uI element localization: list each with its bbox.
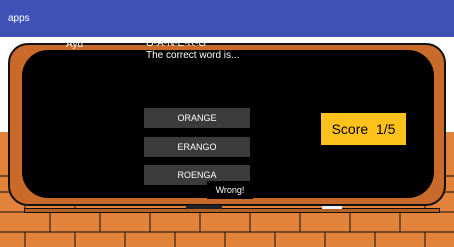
chalk-tray	[24, 208, 440, 213]
result-message: Wrong!	[207, 181, 253, 199]
score-value: 1/5	[375, 121, 396, 137]
score-box: Score 1/5	[321, 113, 406, 145]
player-name: Ayu	[66, 39, 84, 50]
option-button-orange[interactable]: ORANGE	[144, 108, 250, 128]
option-button-erango[interactable]: ERANGO	[144, 137, 250, 157]
score-label: Score	[331, 121, 369, 137]
app-title: apps	[8, 13, 30, 24]
app-bar: apps	[0, 0, 454, 37]
scrambled-word: O-A-N-E-R-G	[146, 38, 206, 49]
question-prompt: The correct word is...	[146, 50, 240, 61]
board-eraser	[186, 205, 222, 209]
chalk-piece	[322, 206, 342, 209]
